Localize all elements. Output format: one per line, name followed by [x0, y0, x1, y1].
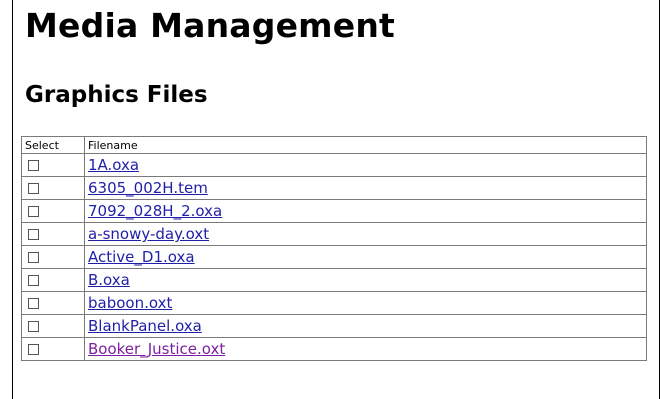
page-title: Media Management — [25, 6, 396, 45]
filename-cell: B.oxa — [84, 268, 647, 292]
filename-link[interactable]: B.oxa — [88, 271, 130, 289]
table-row: 6305_002H.tem — [21, 176, 647, 200]
select-cell — [21, 222, 85, 246]
select-cell — [21, 268, 85, 292]
table-row: B.oxa — [21, 268, 647, 292]
select-cell — [21, 245, 85, 269]
graphics-files-table: Select Filename 1A.oxa 6305_002H.tem 7092_… — [21, 136, 647, 361]
section-title: Graphics Files — [25, 82, 208, 108]
select-checkbox[interactable] — [28, 321, 39, 332]
filename-link[interactable]: 1A.oxa — [88, 156, 139, 174]
filename-link[interactable]: Booker_Justice.oxt — [88, 340, 225, 358]
table-row: Active_D1.oxa — [21, 245, 647, 269]
filename-cell: 6305_002H.tem — [84, 176, 647, 200]
filename-link[interactable]: BlankPanel.oxa — [88, 317, 202, 335]
table-row: baboon.oxt — [21, 291, 647, 315]
select-checkbox[interactable] — [28, 344, 39, 355]
filename-link[interactable]: baboon.oxt — [88, 294, 172, 312]
filename-cell: 1A.oxa — [84, 153, 647, 177]
filename-link[interactable]: 7092_028H_2.oxa — [88, 202, 222, 220]
filename-link[interactable]: a-snowy-day.oxt — [88, 225, 209, 243]
select-checkbox[interactable] — [28, 275, 39, 286]
table-row: BlankPanel.oxa — [21, 314, 647, 338]
select-cell — [21, 176, 85, 200]
filename-link[interactable]: 6305_002H.tem — [88, 179, 208, 197]
select-cell — [21, 314, 85, 338]
select-cell — [21, 291, 85, 315]
table-row: a-snowy-day.oxt — [21, 222, 647, 246]
filename-column-header: Filename — [84, 136, 647, 154]
table-row: 7092_028H_2.oxa — [21, 199, 647, 223]
select-checkbox[interactable] — [28, 160, 39, 171]
select-cell — [21, 199, 85, 223]
table-header-row: Select Filename — [21, 136, 647, 154]
filename-link[interactable]: Active_D1.oxa — [88, 248, 195, 266]
file-rows: 1A.oxa 6305_002H.tem 7092_028H_2.oxa a-snow… — [21, 153, 647, 361]
select-column-header: Select — [21, 136, 85, 154]
select-checkbox[interactable] — [28, 229, 39, 240]
filename-cell: a-snowy-day.oxt — [84, 222, 647, 246]
filename-cell: Active_D1.oxa — [84, 245, 647, 269]
select-checkbox[interactable] — [28, 183, 39, 194]
select-checkbox[interactable] — [28, 206, 39, 217]
filename-cell: BlankPanel.oxa — [84, 314, 647, 338]
table-row: Booker_Justice.oxt — [21, 337, 647, 361]
select-checkbox[interactable] — [28, 252, 39, 263]
select-cell — [21, 337, 85, 361]
filename-cell: 7092_028H_2.oxa — [84, 199, 647, 223]
table-row: 1A.oxa — [21, 153, 647, 177]
select-cell — [21, 153, 85, 177]
select-checkbox[interactable] — [28, 298, 39, 309]
filename-cell: baboon.oxt — [84, 291, 647, 315]
filename-cell: Booker_Justice.oxt — [84, 337, 647, 361]
